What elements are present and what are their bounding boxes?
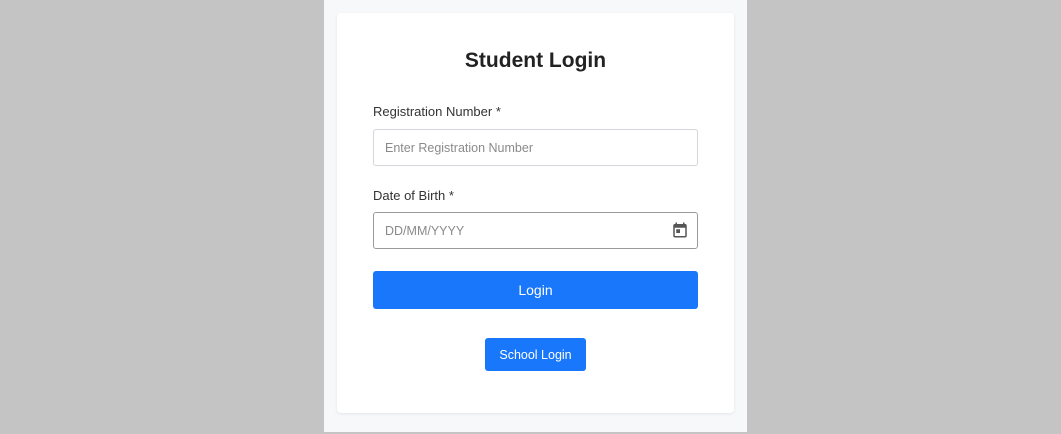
date-of-birth-label: Date of Birth * [373, 188, 454, 203]
date-of-birth-field-container [373, 212, 698, 249]
login-card: Student Login Registration Number * Date… [337, 13, 734, 413]
login-panel: Student Login Registration Number * Date… [324, 0, 747, 432]
school-login-button[interactable]: School Login [485, 338, 586, 371]
login-button[interactable]: Login [373, 271, 698, 309]
calendar-icon[interactable] [671, 221, 689, 239]
registration-number-label: Registration Number * [373, 104, 501, 119]
date-of-birth-input[interactable] [374, 213, 697, 248]
page-title: Student Login [464, 49, 607, 72]
registration-number-input[interactable] [374, 130, 697, 165]
registration-number-field-container [373, 129, 698, 166]
